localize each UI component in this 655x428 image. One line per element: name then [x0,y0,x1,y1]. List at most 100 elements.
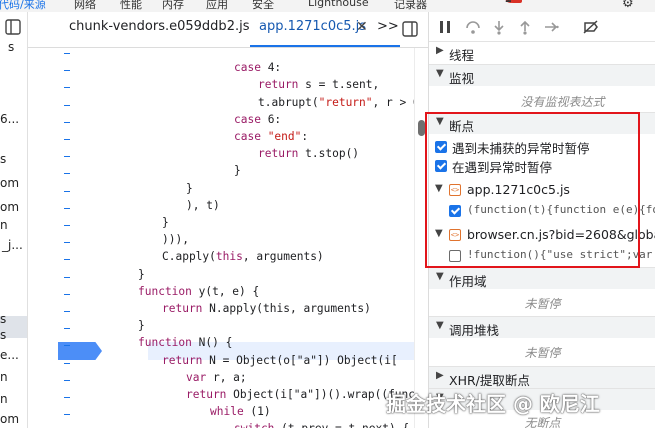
file-tree-item[interactable]: e... [0,348,19,362]
file-tree-item[interactable]: om [0,176,19,190]
gutter-line-marker[interactable] [64,225,70,226]
watch-label: 监视 [449,71,475,86]
gutter-line-marker[interactable] [64,259,70,261]
collapse-arrow-icon: ▼ [435,228,443,239]
js-file-icon: <> [449,184,461,196]
pause-uncaught-row[interactable]: 遇到未捕获的异常时暂停 [429,138,655,158]
breakpoint-checkbox[interactable] [449,250,461,262]
gutter-line-marker[interactable] [64,121,70,123]
step-out-icon[interactable] [517,19,533,35]
menu-security[interactable]: 安全 [252,0,274,12]
step-icon[interactable] [543,19,559,35]
menu-recorder[interactable]: 记录器 [394,0,427,12]
editor-scrollbar[interactable] [414,48,428,428]
code-line: case 4: [234,61,282,75]
pause-uncaught-label: 遇到未捕获的异常时暂停 [452,141,590,156]
scrollbar-thumb[interactable] [418,120,425,136]
active-tab-indicator [250,45,400,47]
file-tree-item[interactable]: om [0,200,19,214]
gutter-line-marker[interactable] [64,139,70,140]
gutter-line-marker[interactable] [64,70,70,72]
gutter-line-marker[interactable] [64,156,70,158]
code-editor[interactable]: case 4: return s = t.sent, t.abrupt("retur… [28,48,414,428]
resume-icon[interactable] [437,19,453,35]
file-tree-item[interactable]: n [0,218,8,232]
gutter-line-marker[interactable] [64,345,70,347]
watch-section-header[interactable]: ▼ 监视 [429,64,655,86]
xhr-section-header[interactable]: ▶ XHR/提取断点 [429,366,655,388]
file-tree-item[interactable]: 6... [0,112,19,126]
gutter-line-marker[interactable] [64,207,70,209]
step-over-icon[interactable] [465,19,481,35]
gutter-line-marker[interactable] [64,173,70,175]
code-line: } [186,181,193,195]
tab-chunk-vendors[interactable]: chunk-vendors.e059ddb2.js [69,19,249,34]
expand-arrow-icon: ▶ [436,45,444,56]
code-line: ))), [162,233,189,247]
pause-caught-label: 在遇到异常时暂停 [452,160,553,175]
gutter-line-marker[interactable] [64,379,70,381]
file-tree-item[interactable]: s [8,40,14,54]
file-tree-item[interactable]: s [0,328,6,342]
code-line: return N.apply(this, arguments) [162,302,371,315]
collapse-arrow-icon: ▼ [436,68,444,79]
file-tree-item[interactable]: s [0,312,6,326]
issues-icon [511,0,522,3]
code-line: return Object(i["a"])().wrap((functio [186,388,414,401]
gutter-line-marker[interactable] [64,242,70,244]
gutter-line-marker[interactable] [64,414,70,416]
pause-uncaught-checkbox[interactable] [435,141,447,153]
gutter-line-marker[interactable] [64,53,70,54]
breakpoint-entry[interactable]: !function(){"use strict";var [429,247,655,267]
file-tree-item[interactable]: s [0,152,6,166]
settings-gear-icon[interactable]: ⚙ [622,0,634,11]
scope-section-header[interactable]: ▼ 作用域 [429,267,655,289]
toggle-navigator-icon[interactable] [4,18,22,36]
gutter-line-marker[interactable] [64,190,70,192]
file-tree-item[interactable]: n [0,370,8,384]
editor-tabbar: chunk-vendors.e059ddb2.js app.1271c0c5.j… [28,12,428,48]
breakpoints-section-header[interactable]: ▼ 断点 [429,112,655,134]
file-navigator: s 6... s om om n _j... s s e... n n om [0,12,28,428]
breakpoint-file-name: app.1271c0c5.js [467,182,570,197]
code-line: switch (t.prev = t.next) { [234,422,409,428]
menu-sources[interactable]: 代码/来源 [0,0,46,12]
step-into-icon[interactable] [491,19,507,35]
close-tab-icon[interactable]: ✕ [356,19,368,35]
debugger-toolbar [429,12,655,42]
pause-caught-row[interactable]: 在遇到异常时暂停 [429,157,655,177]
gutter-line-marker[interactable] [64,293,70,295]
pause-caught-checkbox[interactable] [435,160,447,172]
gutter-line-marker[interactable] [64,104,70,106]
file-tree-item[interactable]: om [0,412,19,426]
gutter-line-marker[interactable] [64,362,70,364]
menu-memory[interactable]: 内存 [162,0,184,12]
threads-section-header[interactable]: ▶ 线程 [429,42,655,64]
gutter-line-marker[interactable] [64,276,70,278]
gutter-line-marker[interactable] [64,328,70,330]
deactivate-breakpoints-icon[interactable] [583,19,599,35]
more-tabs-button[interactable]: >> [377,19,399,34]
menu-application[interactable]: 应用 [206,0,228,12]
code-line: function N() { [138,336,233,350]
menu-lighthouse[interactable]: Lighthouse [308,0,369,9]
breakpoint-file-app[interactable]: ▼ <> app.1271c0c5.js [429,182,655,202]
code-line: case 6: [234,112,282,126]
file-tree-item[interactable]: n [0,392,8,406]
code-line: ), t) [186,198,220,212]
file-tree-item[interactable]: _j... [2,238,23,252]
toggle-debugger-icon[interactable] [402,21,418,37]
gutter-line-marker[interactable] [64,87,70,89]
code-line: return N = Object(o["a"]) Object(i[ [162,353,398,367]
breakpoint-checkbox[interactable] [449,205,461,217]
breakpoint-entry[interactable]: (function(t){function e(e){fo [429,202,655,222]
callstack-section-header[interactable]: ▼ 调用堆栈 [429,316,655,338]
menu-network[interactable]: 网络 [74,0,96,12]
gutter-line-marker[interactable] [64,397,70,398]
breakpoint-file-browser[interactable]: ▼ <> browser.cn.js?bid=2608&globa [429,227,655,247]
gutter-line-marker[interactable] [64,311,70,312]
menu-performance[interactable]: 性能 [120,0,142,12]
tab-app-js[interactable]: app.1271c0c5.js [259,19,366,34]
code-line: while (1) [210,405,271,419]
threads-label: 线程 [449,48,475,63]
